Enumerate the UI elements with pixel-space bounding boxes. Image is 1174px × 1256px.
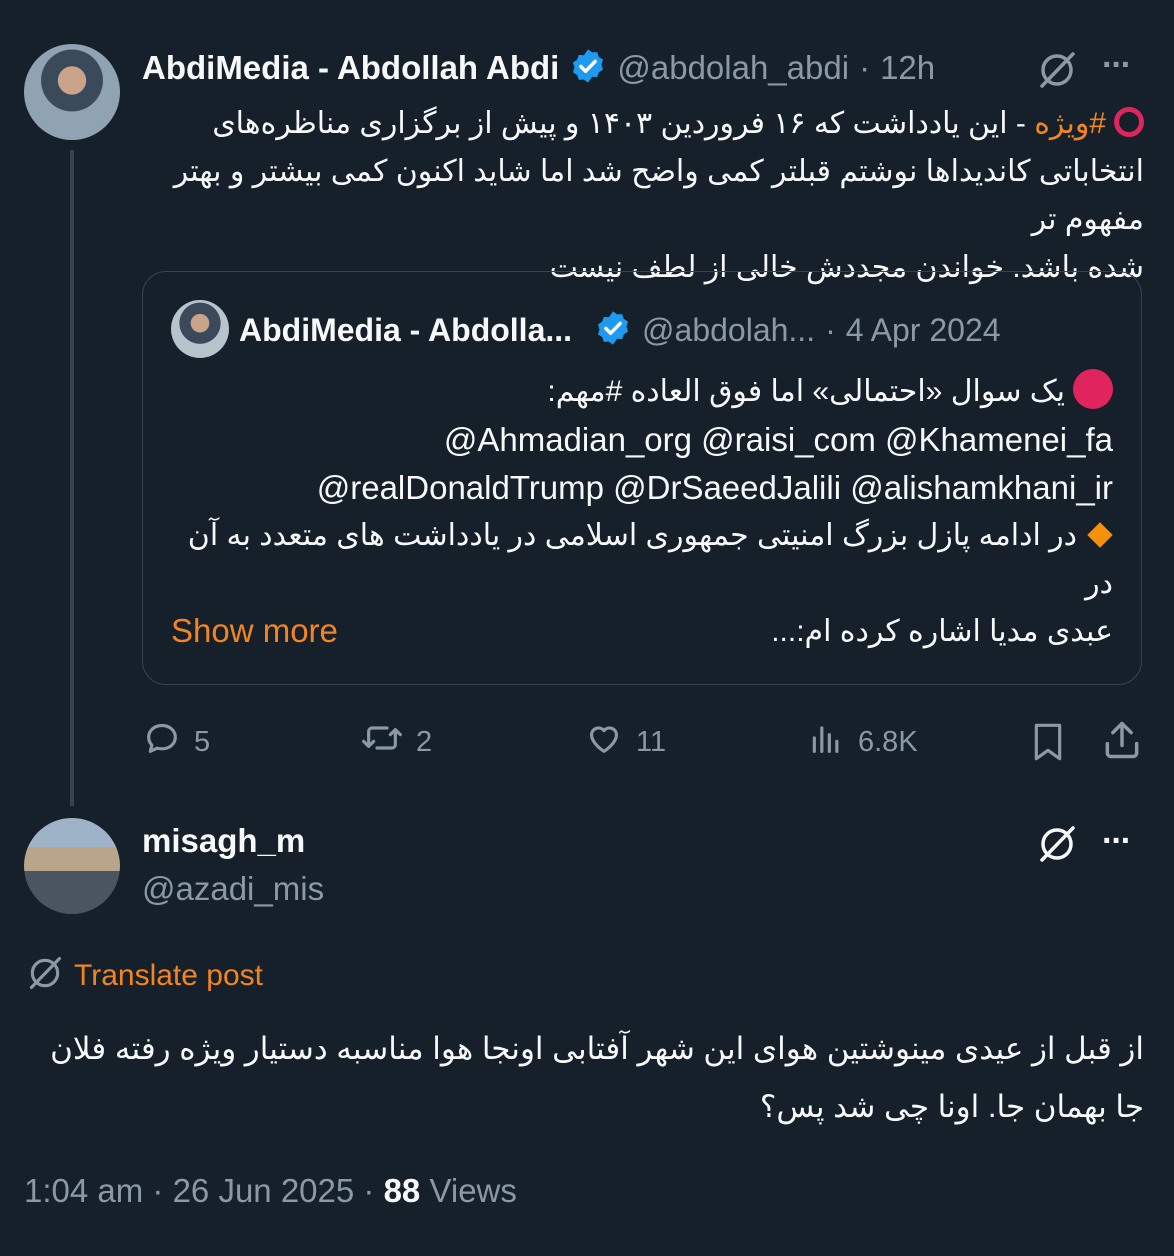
reply-count: 5 [194, 725, 211, 758]
author-name[interactable]: AbdiMedia - Abdollah Abdi [142, 49, 559, 87]
author-handle[interactable]: @abdolah_abdi [617, 49, 849, 87]
like-count: 11 [636, 725, 667, 758]
verified-badge-icon [569, 47, 607, 90]
translate-icon [26, 954, 64, 997]
repost-icon [360, 718, 404, 766]
quoted-line-1: یک سوال «احتمالی» اما فوق العاده #مهم: [171, 368, 1113, 416]
reply-icon [142, 718, 182, 766]
verified-badge-icon [594, 309, 632, 352]
repost-button[interactable]: 2 [360, 720, 432, 764]
more-icon[interactable]: ··· [1102, 822, 1132, 861]
hashtag-link[interactable]: #ویژه [1034, 107, 1106, 140]
reply-text-line-2: جا بهمان جا. اونا چی شد پس؟ [759, 1089, 1144, 1124]
post-metadata: 1:04 am · 26 Jun 2025 · 88 Views [24, 1172, 517, 1210]
views-label: Views [429, 1172, 517, 1209]
quoted-post-date: 4 Apr 2024 [845, 311, 1001, 348]
orange-diamond-icon [1087, 522, 1113, 548]
share-icon[interactable] [1100, 718, 1144, 767]
translate-post-label: Translate post [74, 958, 263, 992]
reply-text-line-1: از قبل از عیدی مینوشتین هوای این شهر آفت… [50, 1031, 1144, 1066]
reply-author-name[interactable]: misagh_m [142, 822, 305, 860]
post-time[interactable]: 12h [880, 49, 935, 87]
separator: · [859, 49, 871, 86]
quoted-post[interactable]: AbdiMedia - Abdolla... @abdolah... · 4 A… [142, 271, 1142, 685]
translate-post-button[interactable]: Translate post [26, 954, 263, 997]
like-icon [584, 718, 624, 766]
red-circle-icon [1114, 107, 1144, 137]
separator: · [825, 311, 836, 348]
quoted-line-4: در ادامه پازل بزرگ امنیتی جمهوری اسلامی … [187, 519, 1113, 600]
reply-author-handle[interactable]: @azadi_mis [142, 870, 324, 908]
grok-icon[interactable] [1036, 824, 1078, 864]
views-count-bold: 88 [383, 1172, 421, 1209]
grok-icon[interactable] [1036, 50, 1078, 90]
post-text: #ویژه - این یادداشت که ۱۶ فروردین ۱۴۰۳ و… [142, 100, 1144, 292]
views-count: 6.8K [858, 725, 918, 758]
reply-text: از قبل از عیدی مینوشتین هوای این شهر آفت… [24, 1020, 1144, 1136]
reply-author-avatar[interactable] [24, 818, 120, 914]
views-icon [806, 718, 846, 766]
author-avatar[interactable] [24, 44, 120, 140]
post-timestamp[interactable]: 1:04 am · 26 Jun 2025 · [24, 1172, 374, 1209]
repost-count: 2 [416, 725, 433, 758]
like-button[interactable]: 11 [584, 720, 666, 764]
bookmark-icon[interactable] [1028, 720, 1068, 769]
reply-button[interactable]: 5 [142, 720, 210, 764]
quoted-author-handle: @abdolah... [642, 311, 816, 348]
quoted-mentions-2[interactable]: @realDonaldTrump @DrSaeedJalili @alisham… [171, 464, 1113, 512]
views-button[interactable]: 6.8K [806, 720, 918, 764]
quoted-mentions-1[interactable]: @Ahmadian_org @raisi_com @Khamenei_fa [171, 416, 1113, 464]
post-text-line-2: انتخاباتی کاندیداها نوشتم قبلتر کمی واضح… [173, 155, 1144, 236]
thread-line [70, 150, 74, 806]
show-more-link[interactable]: Show more [171, 612, 338, 650]
quoted-author-avatar [171, 300, 229, 358]
more-icon[interactable]: ··· [1102, 46, 1132, 85]
post-text-line-1: #ویژه - این یادداشت که ۱۶ فروردین ۱۴۰۳ و… [142, 100, 1144, 148]
quoted-author-name: AbdiMedia - Abdolla... [239, 311, 573, 348]
red-dot-icon [1073, 369, 1113, 409]
